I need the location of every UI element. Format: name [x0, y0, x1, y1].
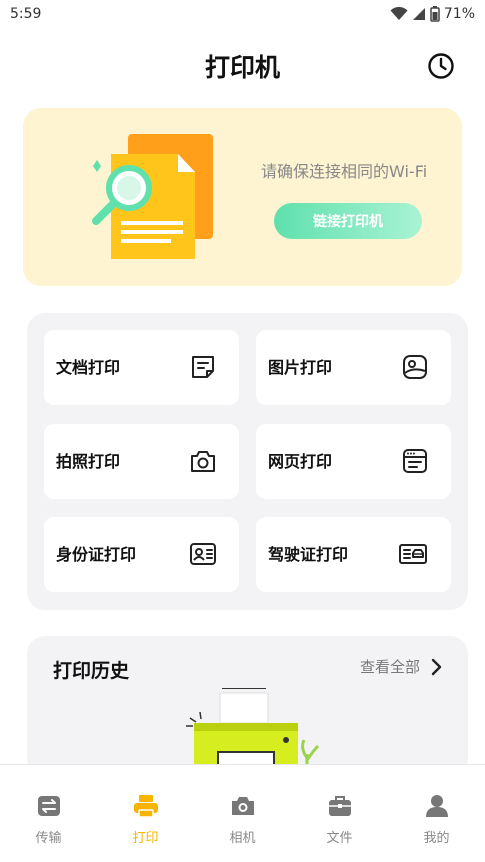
card-label: 拍照打印 — [56, 452, 121, 471]
status-time: 5:59 — [10, 6, 42, 22]
status-bar: 5:59 71% — [0, 0, 485, 28]
id-card-icon — [190, 543, 216, 565]
view-all-label: 查看全部 — [359, 658, 420, 676]
chevron-right-icon — [431, 658, 442, 675]
document-icon — [192, 356, 214, 378]
nav-label: 相机 — [229, 831, 256, 846]
card-label: 身份证打印 — [56, 545, 137, 564]
card-label: 图片打印 — [268, 358, 333, 377]
card-label: 文档打印 — [56, 358, 121, 377]
print-history-card: 打印历史 查看全部 — [27, 636, 468, 776]
webpage-print-card[interactable]: 网页打印 — [256, 424, 451, 499]
photo-print-card[interactable]: 拍照打印 — [44, 424, 239, 499]
connect-banner: 请确保连接相同的Wi-Fi 链接打印机 — [23, 108, 462, 286]
driver-license-icon — [399, 544, 427, 564]
battery-level: 71% — [443, 6, 475, 22]
nav-profile[interactable]: 我的 — [388, 793, 485, 846]
status-icons: 71% — [390, 6, 475, 22]
nav-label: 我的 — [423, 831, 450, 846]
battery-icon — [430, 6, 440, 22]
nav-label: 打印 — [132, 831, 159, 846]
id-card-print-card[interactable]: 身份证打印 — [44, 517, 239, 592]
page-title: 打印机 — [204, 53, 280, 82]
nav-label: 文件 — [326, 831, 353, 846]
nav-transfer[interactable]: 传输 — [0, 793, 97, 846]
document-print-card[interactable]: 文档打印 — [44, 330, 239, 405]
card-label: 驾驶证打印 — [268, 545, 349, 564]
bottom-nav: 传输 打印 相机 文件 我的 — [0, 764, 485, 862]
transfer-icon — [37, 796, 60, 816]
wifi-icon — [390, 7, 408, 20]
camera-icon — [231, 797, 254, 815]
signal-icon — [412, 8, 425, 20]
driver-license-print-card[interactable]: 驾驶证打印 — [256, 517, 451, 592]
card-label: 网页打印 — [268, 452, 333, 471]
user-icon — [425, 795, 448, 817]
briefcase-icon — [328, 796, 351, 816]
image-print-card[interactable]: 图片打印 — [256, 330, 451, 405]
webpage-icon — [403, 449, 427, 473]
history-title: 打印历史 — [53, 660, 130, 682]
clock-icon[interactable] — [427, 52, 455, 80]
nav-files[interactable]: 文件 — [291, 793, 388, 846]
camera-icon — [191, 451, 215, 472]
view-all-link[interactable]: 查看全部 — [360, 656, 442, 677]
wifi-hint: 请确保连接相同的Wi-Fi — [261, 162, 428, 181]
print-options-panel: 文档打印 图片打印 拍照打印 网页打印 身份证打印 驾驶证打印 — [27, 313, 468, 610]
document-search-illustration — [92, 134, 213, 259]
header: 打印机 — [0, 46, 485, 86]
nav-label: 传输 — [35, 831, 62, 846]
nav-camera[interactable]: 相机 — [194, 793, 291, 846]
printer-illustration — [186, 688, 320, 776]
nav-print[interactable]: 打印 — [97, 793, 194, 846]
printer-icon — [133, 795, 158, 818]
image-icon — [403, 355, 427, 379]
connect-printer-button[interactable]: 链接打印机 — [274, 203, 422, 239]
